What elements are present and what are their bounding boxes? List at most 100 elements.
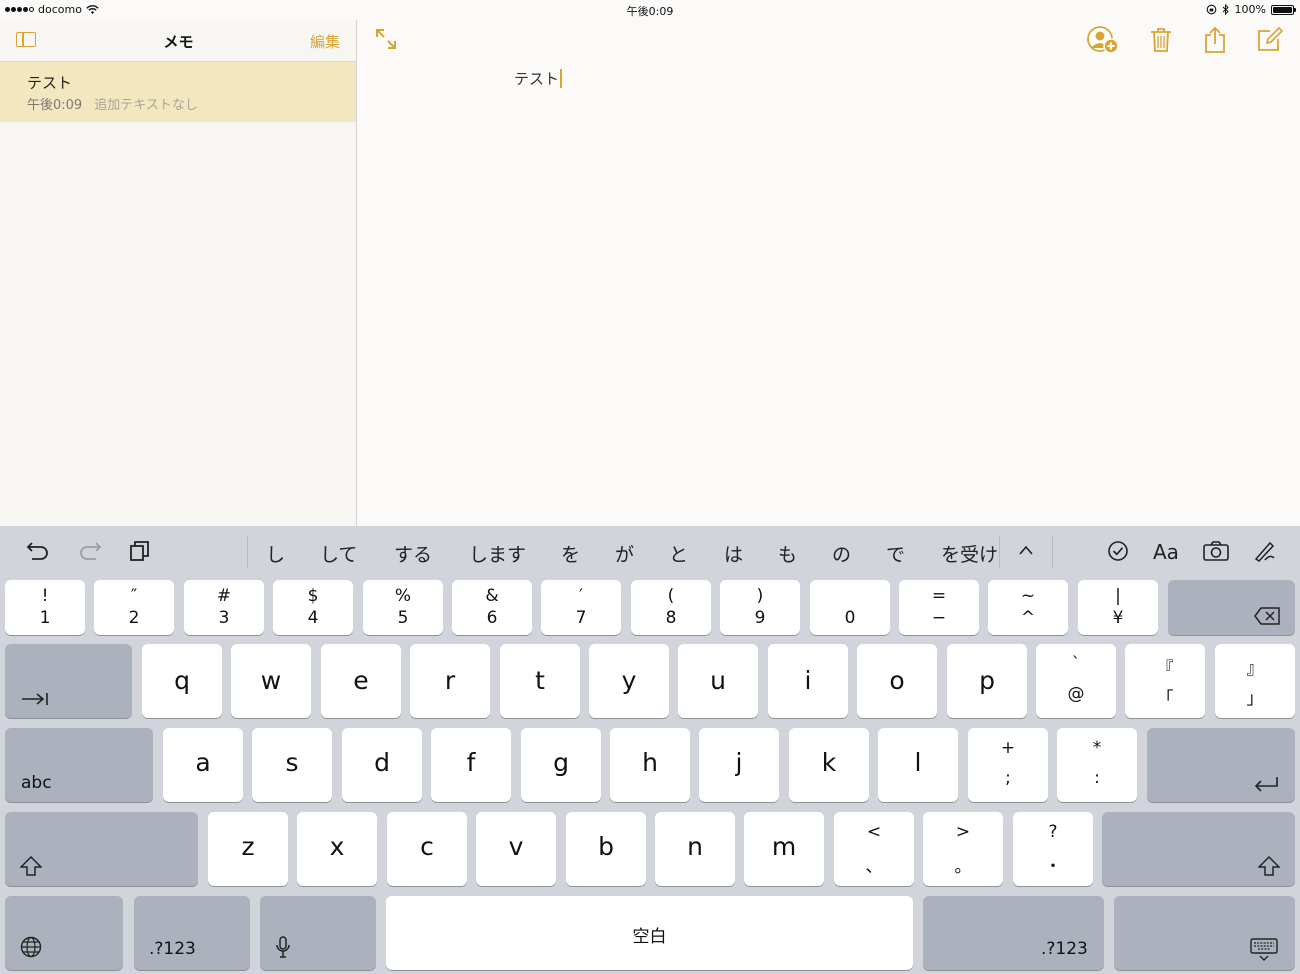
letter-key[interactable]: i bbox=[768, 644, 848, 718]
letter-key[interactable]: y bbox=[589, 644, 669, 718]
number-key[interactable]: ″ 2 bbox=[94, 580, 174, 635]
trash-icon[interactable] bbox=[1150, 27, 1172, 53]
hide-keyboard-key[interactable] bbox=[1114, 896, 1295, 970]
letter-key[interactable]: p bbox=[947, 644, 1027, 718]
chevron-up-icon[interactable] bbox=[1018, 544, 1034, 556]
abc-key[interactable]: abc bbox=[5, 728, 153, 802]
add-people-icon[interactable] bbox=[1085, 26, 1121, 56]
number-key[interactable]: = − bbox=[899, 580, 979, 635]
prediction-item[interactable]: する bbox=[394, 540, 432, 567]
letter-key[interactable]: m bbox=[744, 812, 824, 886]
tab-icon bbox=[22, 693, 48, 705]
letter-key[interactable]: u bbox=[678, 644, 758, 718]
prediction-item[interactable]: と bbox=[669, 540, 688, 567]
letter-key[interactable]: q bbox=[142, 644, 222, 718]
symbol-key[interactable]: ` @ bbox=[1036, 644, 1116, 718]
prediction-item[interactable]: を受け bbox=[941, 540, 998, 567]
number-key[interactable]: | ¥ bbox=[1078, 580, 1158, 635]
key-shift-label: ( bbox=[667, 586, 675, 606]
checklist-icon[interactable] bbox=[1107, 540, 1129, 562]
prediction-item[interactable]: は bbox=[724, 540, 743, 567]
letter-key[interactable]: g bbox=[521, 728, 601, 802]
letter-key[interactable]: s bbox=[252, 728, 332, 802]
letter-key[interactable]: h bbox=[610, 728, 690, 802]
key-label: u bbox=[710, 666, 726, 695]
camera-icon[interactable] bbox=[1203, 540, 1229, 562]
tab-key[interactable] bbox=[5, 644, 132, 718]
sidebar-title: メモ bbox=[163, 33, 194, 51]
shift-icon bbox=[20, 856, 42, 876]
letter-key[interactable]: z bbox=[208, 812, 288, 886]
number-key[interactable]: 0 bbox=[810, 580, 890, 635]
key-shift-label: + bbox=[1000, 738, 1016, 758]
number-key[interactable]: % 5 bbox=[363, 580, 443, 635]
prediction-item[interactable]: し bbox=[266, 540, 285, 567]
sketch-icon[interactable] bbox=[1253, 540, 1277, 562]
number-key[interactable]: & 6 bbox=[452, 580, 532, 635]
paste-icon[interactable] bbox=[130, 540, 152, 562]
letter-key[interactable]: v bbox=[476, 812, 556, 886]
dictation-key[interactable] bbox=[260, 896, 376, 970]
key-shift-label: = bbox=[931, 586, 947, 606]
letter-key[interactable]: x bbox=[297, 812, 377, 886]
letter-key[interactable]: d bbox=[342, 728, 422, 802]
left-shift-key[interactable] bbox=[5, 812, 198, 886]
letter-key[interactable]: f bbox=[431, 728, 511, 802]
number-key[interactable]: #3 bbox=[184, 580, 264, 635]
prediction-item[interactable]: します bbox=[469, 540, 526, 567]
letter-key[interactable]: n bbox=[655, 812, 735, 886]
prediction-item[interactable]: が bbox=[615, 540, 634, 567]
prediction-item[interactable]: も bbox=[778, 540, 797, 567]
prediction-item[interactable]: で bbox=[886, 540, 905, 567]
undo-icon[interactable] bbox=[26, 540, 50, 562]
key-shift-label: # bbox=[216, 586, 232, 606]
key-shift-label: < bbox=[866, 822, 882, 842]
space-key[interactable]: 空白 bbox=[386, 896, 913, 970]
number-key[interactable]: $4 bbox=[273, 580, 353, 635]
edit-button[interactable]: 編集 bbox=[310, 31, 340, 52]
prediction-item[interactable]: の bbox=[832, 540, 851, 567]
prediction-item[interactable]: を bbox=[561, 540, 580, 567]
letter-key[interactable]: c bbox=[387, 812, 467, 886]
number-key[interactable]: ! 1 bbox=[5, 580, 85, 635]
numbers-key[interactable]: .?123 bbox=[134, 896, 250, 970]
symbol-key[interactable]: ? ・ bbox=[1013, 812, 1093, 886]
delete-key[interactable] bbox=[1168, 580, 1295, 635]
symbol-key[interactable]: 『「 bbox=[1125, 644, 1205, 718]
number-key[interactable]: (8 bbox=[631, 580, 711, 635]
globe-key[interactable] bbox=[5, 896, 123, 970]
letter-key[interactable]: o bbox=[857, 644, 937, 718]
letter-key[interactable]: b bbox=[566, 812, 646, 886]
letter-key[interactable]: k bbox=[789, 728, 869, 802]
prediction-item[interactable]: して bbox=[320, 540, 357, 567]
letter-key[interactable]: r bbox=[410, 644, 490, 718]
letter-key[interactable]: w bbox=[231, 644, 311, 718]
note-body[interactable]: テスト bbox=[514, 68, 563, 89]
sidebar-navbar: メモ 編集 bbox=[0, 20, 356, 62]
letter-key[interactable]: j bbox=[699, 728, 779, 802]
letter-key[interactable]: t bbox=[500, 644, 580, 718]
right-shift-key[interactable] bbox=[1102, 812, 1295, 886]
symbol-key[interactable]: +; bbox=[968, 728, 1048, 802]
note-list-item[interactable]: テスト 午後0:09 追加テキストなし bbox=[0, 62, 356, 122]
letter-key[interactable]: l bbox=[878, 728, 958, 802]
key-label: 2 bbox=[128, 608, 140, 628]
number-key[interactable]: ~ ^ bbox=[988, 580, 1068, 635]
compose-icon[interactable] bbox=[1257, 27, 1283, 53]
symbol-key[interactable]: <、 bbox=[834, 812, 914, 886]
symbol-key[interactable]: >。 bbox=[923, 812, 1003, 886]
return-key[interactable] bbox=[1147, 728, 1295, 802]
number-key[interactable]: ′ 7 bbox=[541, 580, 621, 635]
note-editor[interactable]: テスト bbox=[358, 20, 1300, 526]
redo-icon[interactable] bbox=[78, 540, 102, 562]
symbol-key[interactable]: 』」 bbox=[1215, 644, 1295, 718]
numbers-key-right[interactable]: .?123 bbox=[923, 896, 1104, 970]
number-key[interactable]: ) 9 bbox=[720, 580, 800, 635]
letter-key[interactable]: a bbox=[163, 728, 243, 802]
symbol-key[interactable]: *: bbox=[1057, 728, 1137, 802]
share-icon[interactable] bbox=[1203, 26, 1227, 54]
letter-key[interactable]: e bbox=[321, 644, 401, 718]
text-format-icon[interactable]: Aa bbox=[1153, 540, 1181, 562]
key-label: ・ bbox=[1044, 857, 1062, 877]
expand-icon[interactable] bbox=[375, 28, 397, 50]
